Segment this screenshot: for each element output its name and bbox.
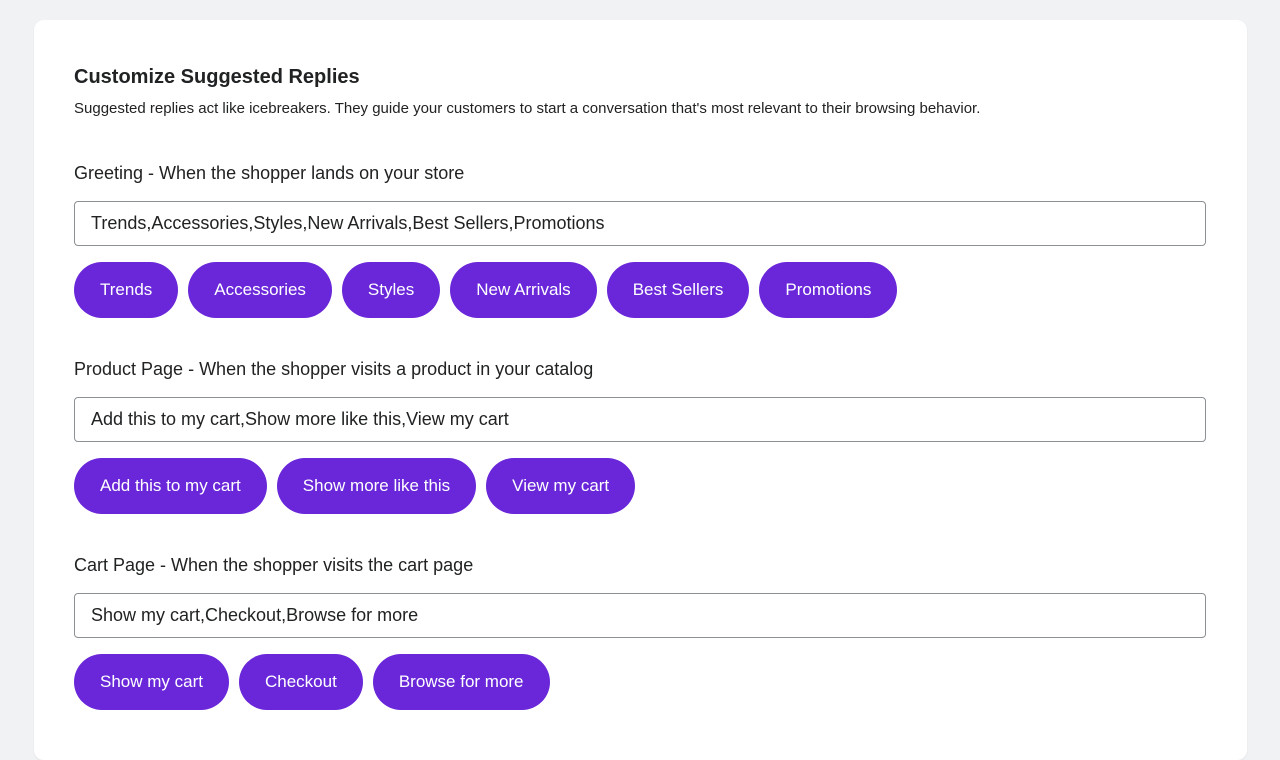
cart-chip-browse-more[interactable]: Browse for more — [372, 654, 550, 710]
greeting-chip-trends[interactable]: Trends — [74, 262, 179, 318]
greeting-replies-input[interactable] — [74, 201, 1206, 246]
greeting-section: Greeting - When the shopper lands on you… — [74, 161, 1207, 318]
product-chip-show-more[interactable]: Show more like this — [276, 458, 477, 514]
product-page-section: Product Page - When the shopper visits a… — [74, 357, 1207, 514]
greeting-chip-promotions[interactable]: Promotions — [759, 262, 898, 318]
product-chip-add-to-cart[interactable]: Add this to my cart — [74, 458, 267, 514]
greeting-label: Greeting - When the shopper lands on you… — [74, 163, 465, 183]
cart-page-chip-list: Show my cart Checkout Browse for more — [74, 654, 1207, 710]
product-page-chip-list: Add this to my cart Show more like this … — [74, 458, 1207, 514]
product-chip-view-cart[interactable]: View my cart — [486, 458, 636, 514]
cart-page-section: Cart Page - When the shopper visits the … — [74, 553, 1207, 710]
cart-chip-checkout[interactable]: Checkout — [238, 654, 363, 710]
page-title: Customize Suggested Replies — [74, 66, 360, 88]
greeting-chip-new-arrivals[interactable]: New Arrivals — [450, 262, 597, 318]
greeting-chip-styles[interactable]: Styles — [341, 262, 441, 318]
cart-page-replies-input[interactable] — [74, 593, 1206, 638]
product-page-label: Product Page - When the shopper visits a… — [74, 359, 594, 379]
suggested-replies-card: Customize Suggested Replies Suggested re… — [34, 20, 1247, 760]
page-description: Suggested replies act like icebreakers. … — [74, 100, 981, 117]
product-page-replies-input[interactable] — [74, 397, 1206, 442]
cart-page-label: Cart Page - When the shopper visits the … — [74, 555, 474, 575]
greeting-chip-list: Trends Accessories Styles New Arrivals B… — [74, 262, 1207, 318]
greeting-chip-best-sellers[interactable]: Best Sellers — [606, 262, 750, 318]
cart-chip-show-cart[interactable]: Show my cart — [74, 654, 229, 710]
greeting-chip-accessories[interactable]: Accessories — [188, 262, 332, 318]
